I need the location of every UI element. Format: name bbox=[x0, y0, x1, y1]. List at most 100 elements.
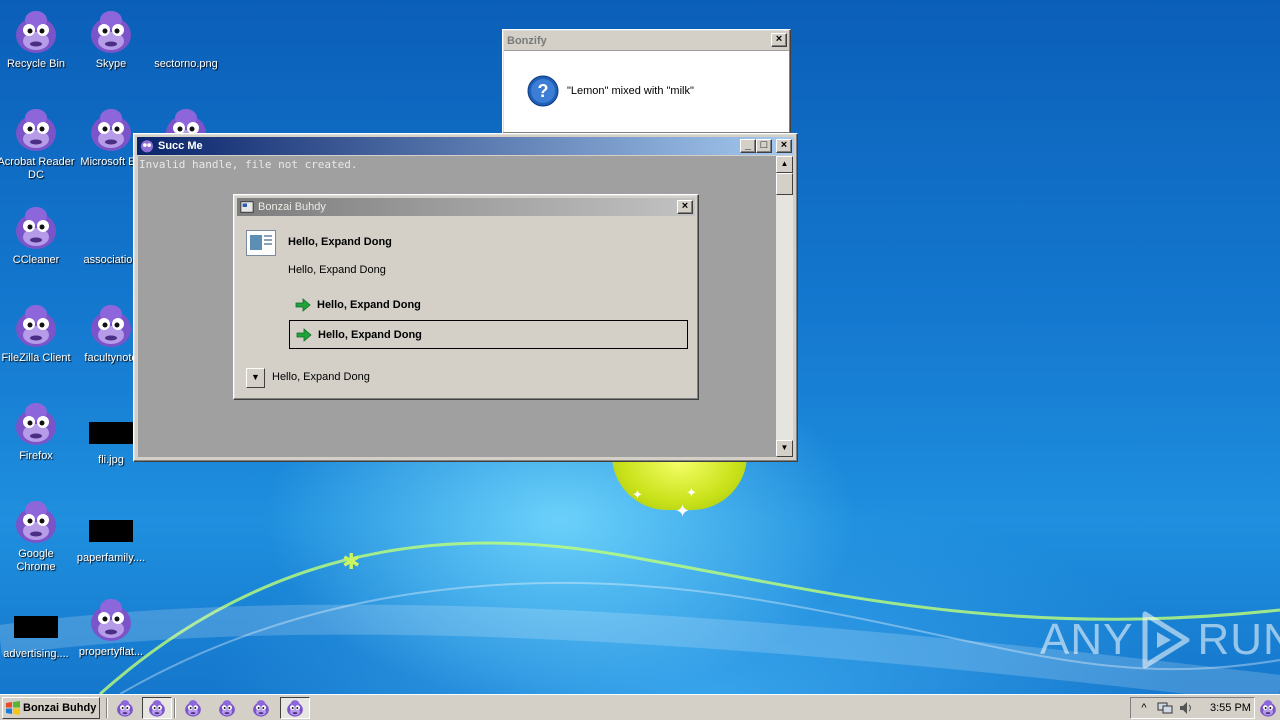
minimize-button[interactable]: _ bbox=[740, 139, 756, 153]
bonzify-titlebar[interactable]: Bonzify × bbox=[504, 31, 789, 51]
quicklaunch-bonzi-1[interactable] bbox=[110, 697, 140, 719]
taskbar: Bonzai Buhdy ^ 3:55 PM bbox=[0, 694, 1280, 720]
desktop-icon-label: FileZilla Client bbox=[1, 352, 71, 364]
bonzify-window: Bonzify × ? "Lemon" mixed with "milk" bbox=[502, 29, 791, 134]
desktop-icon-skype[interactable]: Skype bbox=[71, 8, 151, 71]
bonzi-icon bbox=[16, 207, 56, 249]
window-title: Bonzai Buhdy bbox=[258, 201, 326, 213]
quicklaunch-bonzi-2[interactable] bbox=[142, 697, 172, 719]
desktop-icon-label: advertising.... bbox=[3, 648, 69, 660]
bonzai-buhdy-titlebar[interactable]: Bonzai Buhdy × bbox=[237, 198, 695, 216]
taskbar-separator bbox=[106, 698, 108, 718]
dialog-heading: Hello, Expand Dong bbox=[288, 236, 392, 248]
bonzi-icon bbox=[253, 700, 269, 717]
desktop-icon-filezilla[interactable]: FileZilla Client bbox=[0, 302, 76, 365]
bonzi-icon bbox=[16, 501, 56, 543]
desktop-icon-label: Acrobat Reader DC bbox=[0, 156, 75, 181]
show-hidden-icons-chevron[interactable]: ^ bbox=[1136, 701, 1152, 715]
document-icon bbox=[246, 230, 276, 256]
command-link-label: Hello, Expand Dong bbox=[318, 328, 422, 341]
taskbar-bonzi-6[interactable] bbox=[280, 697, 310, 719]
bonzi-icon bbox=[91, 109, 131, 151]
taskbar-separator bbox=[174, 698, 176, 718]
desktop-icon-chrome[interactable]: Google Chrome bbox=[0, 498, 76, 574]
expand-details-label: Hello, Expand Dong bbox=[272, 371, 370, 383]
sparkle-icon: ✦ bbox=[675, 501, 691, 521]
bonzi-icon bbox=[185, 700, 201, 717]
bonzai-buhdy-dialog: Bonzai Buhdy × Hello, Expand Dong Hello,… bbox=[233, 194, 699, 400]
file-thumbnail bbox=[89, 422, 133, 444]
bonzi-icon bbox=[16, 11, 56, 53]
desktop-icon-propertyflat[interactable]: propertyflat... bbox=[71, 596, 151, 659]
desktop-icon-label: Recycle Bin bbox=[6, 58, 66, 70]
play-icon bbox=[1142, 611, 1190, 669]
start-label: Bonzai Buhdy bbox=[23, 702, 97, 714]
maximize-button[interactable]: □ bbox=[756, 139, 772, 153]
windows-flag-icon bbox=[6, 701, 20, 715]
desktop-icon-label: propertyflat... bbox=[78, 646, 144, 658]
command-link-option-1[interactable]: Hello, Expand Dong bbox=[289, 290, 688, 319]
taskbar-bonzi-5[interactable] bbox=[246, 697, 276, 719]
clock[interactable]: 3:55 PM bbox=[1210, 702, 1251, 714]
desktop-icon-ccleaner[interactable]: CCleaner bbox=[0, 204, 76, 267]
bonzi-icon bbox=[219, 700, 235, 717]
watermark-right: RUN bbox=[1197, 615, 1280, 664]
succ-me-titlebar[interactable]: Succ Me _ □ × bbox=[137, 137, 794, 155]
close-button[interactable]: × bbox=[677, 200, 693, 214]
scroll-down-button[interactable]: ▼ bbox=[776, 440, 793, 457]
bonzi-icon bbox=[91, 599, 131, 641]
volume-icon[interactable] bbox=[1178, 701, 1194, 715]
bonzi-icon bbox=[16, 109, 56, 151]
desktop-icon-advertising[interactable]: advertising.... bbox=[0, 606, 76, 661]
dialog-subtext: Hello, Expand Dong bbox=[288, 264, 386, 276]
bonzi-app-icon bbox=[140, 140, 154, 153]
command-link-option-2[interactable]: Hello, Expand Dong bbox=[289, 320, 688, 349]
bonzify-message: "Lemon" mixed with "milk" bbox=[567, 85, 694, 97]
desktop-icon-label: paperfamily.... bbox=[76, 552, 146, 564]
bonzi-icon bbox=[91, 305, 131, 347]
system-tray: ^ 3:55 PM bbox=[1130, 697, 1255, 719]
desktop-icon-label: Firefox bbox=[19, 450, 53, 462]
desktop-icon-label: CCleaner bbox=[12, 254, 60, 266]
desktop-icon-label: Skype bbox=[95, 58, 127, 70]
close-button[interactable]: × bbox=[776, 139, 792, 153]
taskbar-bonzi-4[interactable] bbox=[212, 697, 242, 719]
scroll-up-button[interactable]: ▲ bbox=[776, 156, 793, 173]
window-title: Succ Me bbox=[158, 140, 203, 152]
green-arrow-icon bbox=[295, 297, 311, 312]
desktop-icon-firefox[interactable]: Firefox bbox=[0, 400, 76, 463]
desktop-icon-recycle-bin[interactable]: Recycle Bin bbox=[0, 8, 76, 71]
close-button[interactable]: × bbox=[771, 33, 787, 47]
sparkle-icon: ✱ bbox=[342, 549, 361, 574]
bonzi-icon bbox=[287, 700, 303, 717]
app-icon bbox=[240, 201, 254, 213]
watermark-left: ANY bbox=[1040, 615, 1134, 664]
bonzi-icon bbox=[117, 700, 133, 717]
command-link-label: Hello, Expand Dong bbox=[317, 298, 421, 311]
start-button[interactable]: Bonzai Buhdy bbox=[2, 697, 100, 719]
sparkle-icon: ✦ bbox=[686, 485, 697, 500]
scroll-thumb[interactable] bbox=[776, 173, 793, 195]
desktop-icon-paperfamily[interactable]: paperfamily.... bbox=[71, 508, 151, 565]
bonzi-tray-icon[interactable] bbox=[1259, 699, 1277, 717]
svg-text:?: ? bbox=[538, 81, 549, 101]
window-title: Bonzify bbox=[507, 34, 547, 47]
green-arrow-icon bbox=[296, 327, 312, 342]
file-thumbnail bbox=[14, 616, 58, 638]
expand-details-button[interactable]: ▼ bbox=[246, 368, 265, 388]
desktop-icon-sectorno[interactable]: sectorno.png bbox=[146, 8, 226, 71]
taskbar-bonzi-3[interactable] bbox=[178, 697, 208, 719]
desktop-icon-label: Google Chrome bbox=[16, 548, 56, 573]
vertical-scrollbar[interactable]: ▲ ▼ bbox=[776, 156, 793, 457]
bonzi-icon bbox=[16, 403, 56, 445]
bonzi-icon bbox=[16, 305, 56, 347]
bonzi-icon bbox=[149, 700, 165, 717]
bonzi-icon bbox=[91, 11, 131, 53]
file-thumbnail bbox=[89, 520, 133, 542]
desktop-icon-acrobat[interactable]: Acrobat Reader DC bbox=[0, 106, 76, 182]
question-icon: ? bbox=[527, 75, 559, 107]
sparkle-icon: ✦ bbox=[632, 487, 643, 502]
desktop-icon-label: sectorno.png bbox=[154, 58, 218, 70]
anyrun-watermark: ANY RUN bbox=[1040, 610, 1280, 670]
network-icon[interactable] bbox=[1157, 701, 1173, 715]
